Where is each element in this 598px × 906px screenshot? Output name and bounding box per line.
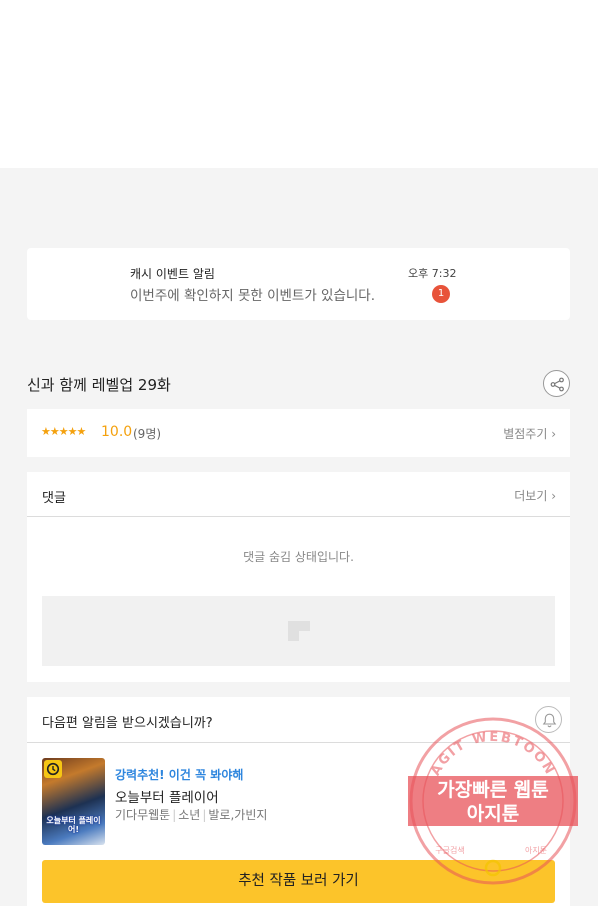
comments-hidden-message: 댓글 숨김 상태입니다. bbox=[243, 550, 354, 564]
view-recommended-button[interactable]: 추천 작품 보러 가기 bbox=[42, 860, 555, 903]
episode-title: 신과 함께 레벨업 29화 bbox=[27, 376, 171, 394]
genre-0: 기다무웹툰 bbox=[115, 808, 171, 822]
recommended-title[interactable]: 오늘부터 플레이어 bbox=[115, 786, 219, 806]
bell-icon bbox=[542, 713, 557, 728]
share-icon bbox=[550, 377, 564, 392]
next-alert-header: 다음편 알림을 받으시겠습니까? bbox=[27, 697, 570, 743]
rating-score: 10.0 bbox=[101, 424, 133, 440]
rating-stars: ★★★★★ bbox=[41, 425, 86, 438]
recommend-tag: 강력추천! 이건 꼭 봐야해 bbox=[115, 768, 244, 782]
genre-divider: | bbox=[202, 808, 207, 822]
comments-section: 댓글 더보기 › 댓글 숨김 상태입니다. bbox=[27, 472, 570, 682]
genre-divider: | bbox=[172, 808, 177, 822]
rate-button[interactable]: 별점주기 › bbox=[503, 425, 556, 442]
recommended-genres: 기다무웹툰 | 소년 | 발로,가빈지 bbox=[115, 806, 267, 823]
notification-badge: 1 bbox=[432, 285, 450, 303]
thumbnail-title-text: 오늘부터 플레이어! bbox=[46, 816, 101, 834]
next-episode-alert: 다음편 알림을 받으시겠습니까? 오늘부터 플레이어! 강력추천! 이건 꼭 봐… bbox=[27, 697, 570, 906]
comments-title: 댓글 bbox=[42, 491, 66, 506]
share-button[interactable] bbox=[543, 370, 570, 397]
genre-1: 소년 bbox=[178, 808, 201, 822]
event-notification[interactable]: 캐시 이벤트 알림 이번주에 확인하지 못한 이벤트가 있습니다. 오후 7:3… bbox=[27, 248, 570, 320]
rating-bar: ★★★★★ 10.0 (9명) 별점주기 › bbox=[27, 409, 570, 457]
wait-free-badge bbox=[44, 760, 62, 778]
genre-2: 발로,가빈지 bbox=[208, 808, 268, 822]
recommended-thumbnail[interactable]: 오늘부터 플레이어! bbox=[42, 758, 105, 845]
comment-placeholder-box bbox=[42, 596, 555, 666]
comments-more-link[interactable]: 더보기 › bbox=[514, 487, 556, 504]
rating-count: (9명) bbox=[133, 427, 162, 441]
bell-button[interactable] bbox=[535, 706, 562, 733]
comments-header: 댓글 더보기 › bbox=[27, 472, 570, 517]
notification-title: 캐시 이벤트 알림 bbox=[130, 267, 215, 281]
notification-time: 오후 7:32 bbox=[408, 267, 457, 280]
image-placeholder-icon bbox=[288, 621, 310, 641]
next-alert-question: 다음편 알림을 받으시겠습니까? bbox=[42, 716, 213, 731]
content-blank-area bbox=[0, 0, 598, 168]
clock-icon bbox=[46, 762, 60, 776]
notification-body: 이번주에 확인하지 못한 이벤트가 있습니다. bbox=[130, 288, 376, 304]
